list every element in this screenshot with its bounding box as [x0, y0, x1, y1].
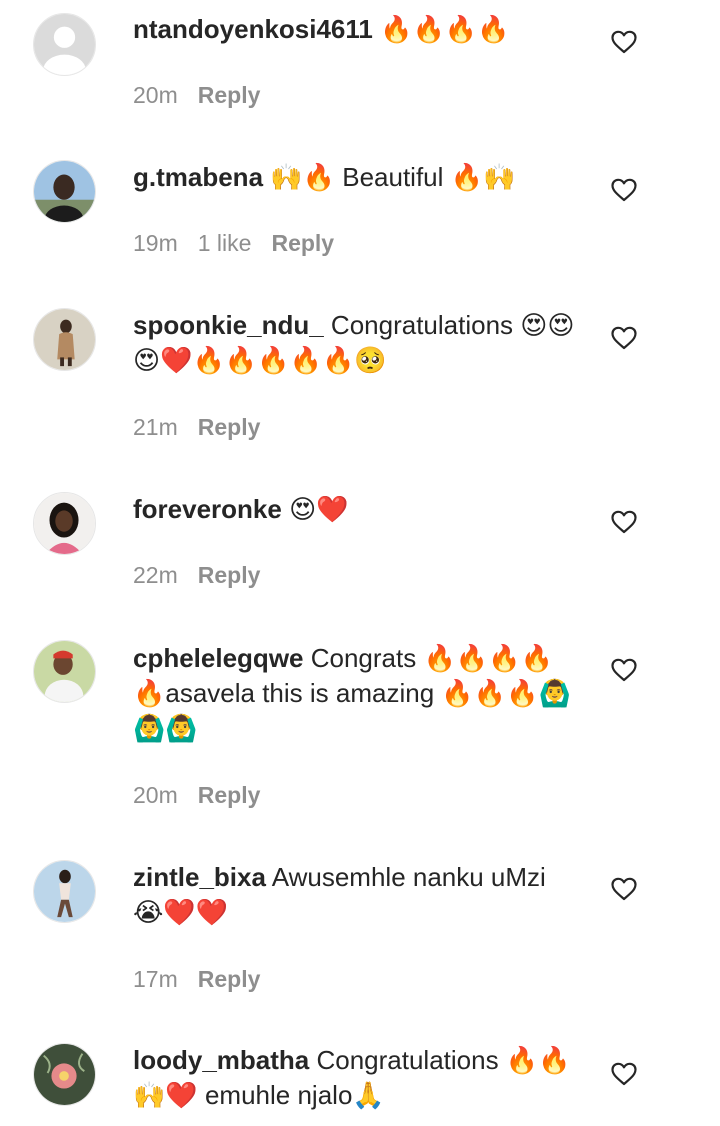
like-button[interactable]: [611, 178, 637, 202]
comment-likes[interactable]: 1 like: [198, 230, 252, 256]
heart-outline-icon: [611, 510, 637, 534]
like-button[interactable]: [611, 658, 637, 682]
comment-username[interactable]: cphelelegqwe: [133, 643, 304, 673]
like-button[interactable]: [611, 877, 637, 901]
comment-body: g.tmabena 🙌🔥 Beautiful 🔥🙌: [133, 160, 583, 195]
reply-button[interactable]: Reply: [198, 562, 261, 588]
user-photo-icon: [34, 493, 95, 554]
default-avatar-icon: [34, 14, 95, 75]
user-photo-icon: [34, 641, 95, 702]
avatar[interactable]: [33, 13, 96, 76]
comment-time: 22m: [133, 562, 178, 588]
like-button[interactable]: [611, 30, 637, 54]
comment-body: zintle_bixa Awusemhle nanku uMzi 😭❤️❤️: [133, 860, 583, 930]
comment-body: spoonkie_ndu_ Congratulations 😍😍😍❤️🔥🔥🔥🔥🔥…: [133, 308, 583, 378]
reply-button[interactable]: Reply: [271, 230, 334, 256]
reply-button[interactable]: Reply: [198, 966, 261, 992]
avatar[interactable]: [33, 160, 96, 223]
comment-meta: 20m Reply: [133, 780, 280, 810]
user-photo-icon: [34, 861, 95, 922]
comment-meta: 22m Reply: [133, 560, 280, 590]
comment-meta: 19m 1 like Reply: [133, 228, 354, 258]
comment-username[interactable]: spoonkie_ndu_: [133, 310, 324, 340]
heart-outline-icon: [611, 1062, 637, 1086]
reply-button[interactable]: Reply: [198, 82, 261, 108]
avatar[interactable]: [33, 308, 96, 371]
heart-outline-icon: [611, 30, 637, 54]
comment-text: 😍❤️: [281, 494, 349, 524]
like-button[interactable]: [611, 326, 637, 350]
comment-body: foreveronke 😍❤️: [133, 492, 583, 527]
like-button[interactable]: [611, 1062, 637, 1086]
comment-time: 19m: [133, 230, 178, 256]
comment-username[interactable]: loody_mbatha: [133, 1045, 309, 1075]
comment-time: 21m: [133, 414, 178, 440]
reply-button[interactable]: Reply: [198, 782, 261, 808]
comment-body: loody_mbatha Congratulations 🔥🔥🙌❤️ emuhl…: [133, 1043, 583, 1113]
user-photo-icon: [34, 161, 95, 222]
comment-username[interactable]: zintle_bixa: [133, 862, 266, 892]
reply-button[interactable]: Reply: [198, 414, 261, 440]
comment-time: 17m: [133, 966, 178, 992]
user-photo-icon: [34, 309, 95, 370]
avatar[interactable]: [33, 1043, 96, 1106]
heart-outline-icon: [611, 658, 637, 682]
avatar[interactable]: [33, 492, 96, 555]
comment-time: 20m: [133, 782, 178, 808]
comment-body: cphelelegqwe Congrats 🔥🔥🔥🔥🔥asavela this …: [133, 641, 583, 746]
user-photo-icon: [34, 1044, 95, 1105]
comment-username[interactable]: ntandoyenkosi4611: [133, 14, 373, 44]
heart-outline-icon: [611, 178, 637, 202]
comment-text: 🔥🔥🔥🔥: [372, 14, 510, 44]
heart-outline-icon: [611, 877, 637, 901]
avatar[interactable]: [33, 860, 96, 923]
like-button[interactable]: [611, 510, 637, 534]
heart-outline-icon: [611, 326, 637, 350]
comment-username[interactable]: g.tmabena: [133, 162, 263, 192]
comment-meta: 17m Reply: [133, 964, 280, 994]
comment-body: ntandoyenkosi4611 🔥🔥🔥🔥: [133, 12, 583, 47]
comment-meta: 20m Reply: [133, 80, 280, 110]
comment-time: 20m: [133, 82, 178, 108]
comment-username[interactable]: foreveronke: [133, 494, 282, 524]
comment-meta: 21m Reply: [133, 412, 280, 442]
avatar[interactable]: [33, 640, 96, 703]
comment-text: 🙌🔥 Beautiful 🔥🙌: [263, 162, 516, 192]
